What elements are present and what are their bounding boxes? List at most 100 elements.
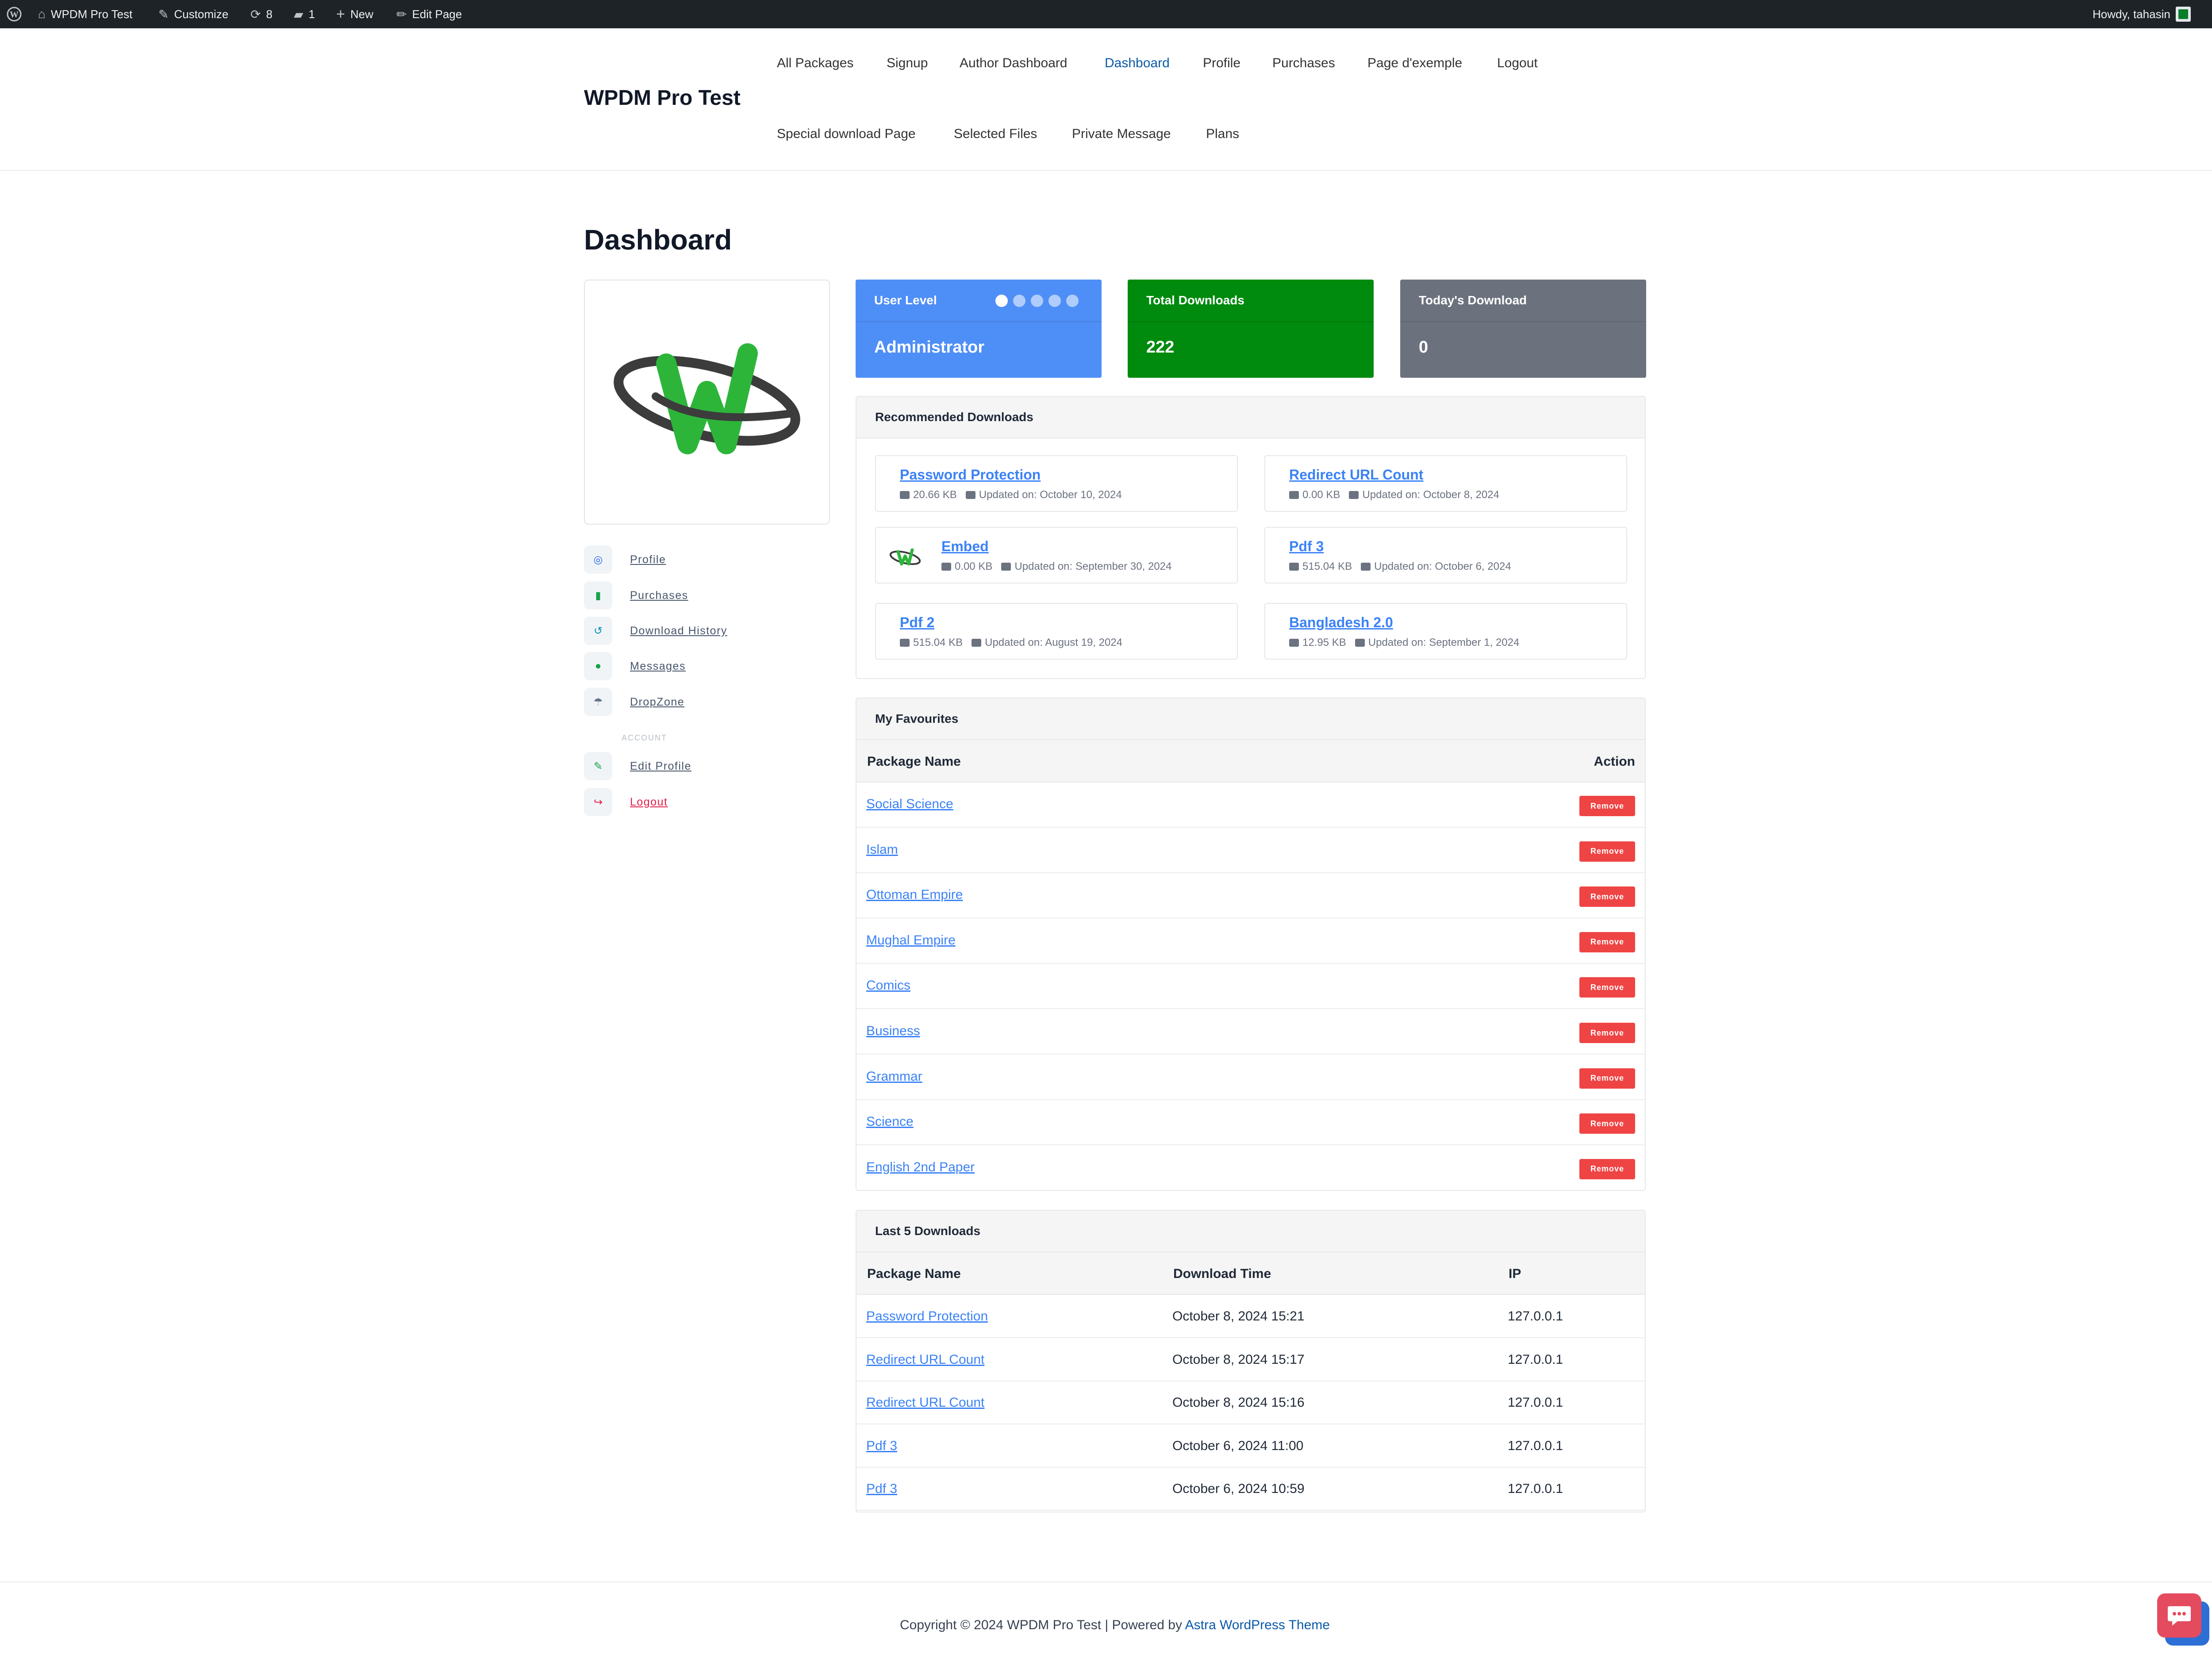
nav-purchases[interactable]: Purchases bbox=[1272, 56, 1335, 71]
admin-bar-customize[interactable]: ✎ Customize bbox=[158, 0, 228, 28]
user-level-dot bbox=[1066, 295, 1079, 307]
download-row: Password Protection October 8, 2024 15:21… bbox=[856, 1295, 1645, 1338]
download-package-link[interactable]: Pdf 3 bbox=[866, 1439, 897, 1454]
greeting-text: Howdy, tahasin bbox=[2093, 7, 2170, 21]
today-download-card: Today's Download 0 bbox=[1400, 280, 1646, 378]
admin-bar-edit-page[interactable]: ✏ Edit Page bbox=[396, 0, 462, 28]
remove-favourite-button[interactable]: Remove bbox=[1579, 841, 1635, 862]
recommended-item-title[interactable]: Redirect URL Count bbox=[1289, 467, 1423, 483]
updates-count: 8 bbox=[266, 7, 273, 21]
nav-logout[interactable]: Logout bbox=[1497, 56, 1538, 71]
footer-theme-link[interactable]: Astra WordPress Theme bbox=[1185, 1618, 1330, 1632]
recommended-item-title[interactable]: Pdf 3 bbox=[1289, 538, 1324, 555]
nav-dashboard[interactable]: Dashboard bbox=[1105, 56, 1170, 71]
recommended-item-size: 0.00 KB bbox=[955, 560, 993, 572]
recommended-item-title[interactable]: Password Protection bbox=[900, 467, 1041, 483]
recommended-item-updated: Updated on: October 8, 2024 bbox=[1362, 489, 1499, 501]
nav-signup[interactable]: Signup bbox=[887, 56, 928, 71]
favourites-col-action: Action bbox=[1594, 754, 1635, 769]
user-avatar-icon bbox=[2175, 7, 2191, 22]
admin-bar-site-link[interactable]: ⌂ WPDM Pro Test bbox=[38, 0, 132, 28]
download-package-link[interactable]: Redirect URL Count bbox=[866, 1395, 984, 1410]
side-menu-logout[interactable]: ↪ Logout bbox=[584, 788, 668, 816]
side-menu-profile[interactable]: ◎ Profile bbox=[584, 545, 666, 574]
user-level-header: User Level bbox=[856, 280, 1102, 322]
remove-favourite-button[interactable]: Remove bbox=[1579, 796, 1635, 816]
nav-plans[interactable]: Plans bbox=[1206, 127, 1239, 142]
wpdm-logo bbox=[614, 343, 800, 454]
remove-favourite-button[interactable]: Remove bbox=[1579, 1159, 1635, 1179]
my-favourites-panel: My Favourites Package Name Action Social… bbox=[856, 698, 1646, 1191]
recommended-item[interactable]: Pdf 3 515.04 KB Updated on: October 6, 2… bbox=[1264, 527, 1627, 583]
recommended-item-title[interactable]: Embed bbox=[941, 538, 989, 555]
recommended-item[interactable]: Pdf 2 515.04 KB Updated on: August 19, 2… bbox=[875, 603, 1238, 660]
side-menu-purchases[interactable]: ▮ Purchases bbox=[584, 581, 688, 610]
side-menu-edit-profile[interactable]: ✎ Edit Profile bbox=[584, 752, 691, 780]
favourite-package-link[interactable]: Grammar bbox=[866, 1069, 922, 1084]
admin-bar-comments[interactable]: ▰ 1 bbox=[294, 0, 315, 28]
download-package-link[interactable]: Pdf 3 bbox=[866, 1481, 897, 1496]
recommended-item[interactable]: Bangladesh 2.0 12.95 KB Updated on: Sept… bbox=[1264, 603, 1627, 660]
favourite-row: Social Science Remove bbox=[856, 783, 1645, 828]
favourite-package-link[interactable]: Business bbox=[866, 1024, 920, 1039]
favourite-package-link[interactable]: English 2nd Paper bbox=[866, 1160, 975, 1175]
recommended-item-title[interactable]: Pdf 2 bbox=[900, 614, 934, 631]
nav-profile[interactable]: Profile bbox=[1203, 56, 1240, 71]
recommended-item-size: 20.66 KB bbox=[913, 489, 957, 501]
remove-favourite-button[interactable]: Remove bbox=[1579, 1068, 1635, 1089]
remove-favourite-button[interactable]: Remove bbox=[1579, 932, 1635, 952]
download-ip: 127.0.0.1 bbox=[1508, 1352, 1563, 1367]
pencil-icon: ✏ bbox=[396, 7, 407, 21]
user-level-dot bbox=[995, 295, 1008, 307]
chat-widget-button[interactable] bbox=[2157, 1593, 2201, 1638]
remove-favourite-button[interactable]: Remove bbox=[1579, 886, 1635, 907]
recommended-item-meta: 0.00 KB Updated on: September 30, 2024 bbox=[941, 560, 1171, 573]
last-downloads-table-header: Package Name Download Time IP bbox=[856, 1252, 1645, 1295]
side-menu-messages[interactable]: ● Messages bbox=[584, 652, 686, 680]
download-time: October 6, 2024 10:59 bbox=[1172, 1481, 1305, 1496]
side-menu-download-history[interactable]: ↺ Download History bbox=[584, 617, 727, 645]
recommended-item[interactable]: Password Protection 20.66 KB Updated on:… bbox=[875, 455, 1238, 512]
remove-favourite-button[interactable]: Remove bbox=[1579, 977, 1635, 998]
svg-text:W: W bbox=[10, 10, 19, 19]
admin-bar-updates[interactable]: ⟳ 8 bbox=[250, 0, 273, 28]
favourite-package-link[interactable]: Ottoman Empire bbox=[866, 887, 963, 902]
nav-author-dashboard[interactable]: Author Dashboard bbox=[960, 56, 1068, 71]
site-title[interactable]: WPDM Pro Test bbox=[584, 86, 741, 110]
chat-icon: ● bbox=[584, 652, 612, 680]
calendar-icon bbox=[1001, 563, 1011, 571]
download-package-link[interactable]: Password Protection bbox=[866, 1309, 988, 1324]
download-package-link[interactable]: Redirect URL Count bbox=[866, 1352, 984, 1367]
download-time: October 8, 2024 15:17 bbox=[1172, 1352, 1305, 1367]
recommended-item[interactable]: Embed 0.00 KB Updated on: September 30, … bbox=[875, 527, 1238, 583]
favourite-package-link[interactable]: Mughal Empire bbox=[866, 933, 956, 948]
nav-private-message[interactable]: Private Message bbox=[1072, 127, 1171, 142]
side-menu-dropzone[interactable]: ☂ DropZone bbox=[584, 688, 684, 716]
nav-all-packages[interactable]: All Packages bbox=[777, 56, 853, 71]
nav-page-exemple[interactable]: Page d'exemple bbox=[1367, 56, 1462, 71]
favourite-package-link[interactable]: Comics bbox=[866, 978, 910, 993]
favourite-package-link[interactable]: Science bbox=[866, 1114, 914, 1129]
hdd-icon bbox=[900, 639, 910, 647]
remove-favourite-button[interactable]: Remove bbox=[1579, 1113, 1635, 1134]
recommended-item[interactable]: Redirect URL Count 0.00 KB Updated on: O… bbox=[1264, 455, 1627, 512]
favourite-row: Ottoman Empire Remove bbox=[856, 873, 1645, 919]
favourite-row: Mughal Empire Remove bbox=[856, 919, 1645, 964]
nav-special-download-page[interactable]: Special download Page bbox=[777, 127, 916, 142]
side-menu-purchases-label: Purchases bbox=[630, 589, 688, 602]
wordpress-logo-icon[interactable]: W bbox=[6, 0, 22, 28]
admin-bar: W ⌂ WPDM Pro Test ✎ Customize ⟳ 8 ▰ 1 + … bbox=[0, 0, 2212, 28]
last-downloads-col-ip: IP bbox=[1509, 1266, 1521, 1281]
favourite-row: Business Remove bbox=[856, 1009, 1645, 1055]
admin-bar-account[interactable]: Howdy, tahasin bbox=[2093, 0, 2191, 28]
favourite-package-link[interactable]: Islam bbox=[866, 842, 898, 857]
file-icon: ▮ bbox=[584, 581, 612, 610]
recommended-item-title[interactable]: Bangladesh 2.0 bbox=[1289, 614, 1393, 631]
favourite-package-link[interactable]: Social Science bbox=[866, 797, 953, 812]
nav-selected-files[interactable]: Selected Files bbox=[954, 127, 1037, 142]
site-footer: Copyright © 2024 WPDM Pro Test | Powered… bbox=[0, 1581, 2212, 1673]
remove-favourite-button[interactable]: Remove bbox=[1579, 1023, 1635, 1043]
admin-bar-new[interactable]: + New bbox=[336, 0, 373, 28]
user-level-dots bbox=[990, 295, 1079, 310]
recommended-item-updated: Updated on: October 6, 2024 bbox=[1374, 560, 1511, 572]
